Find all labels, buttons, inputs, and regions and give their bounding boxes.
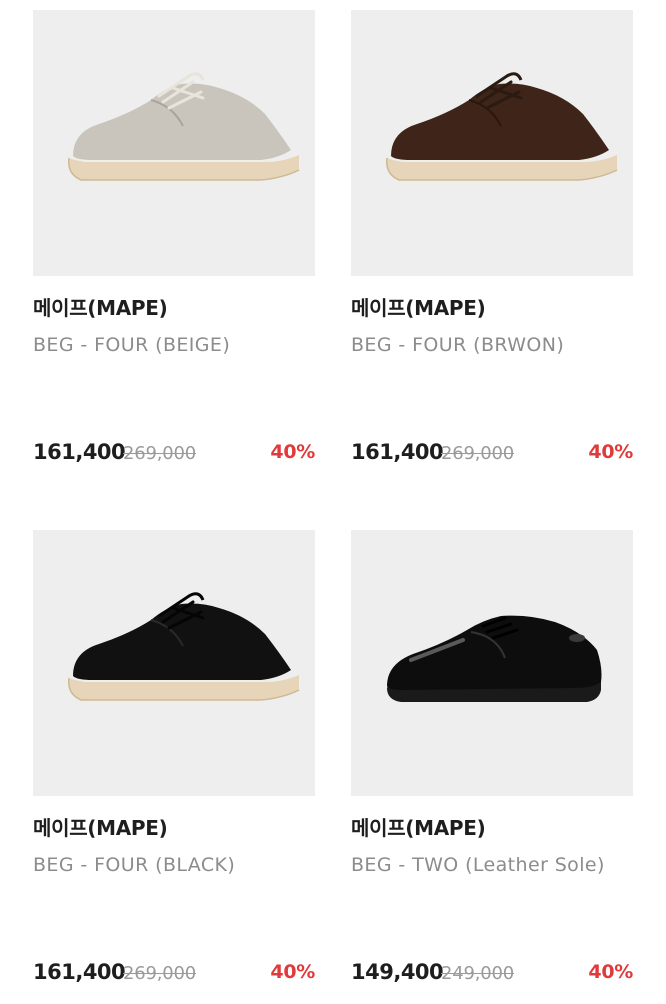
sale-price: 161,400 xyxy=(33,440,126,464)
product-card[interactable]: 메이프(MAPE) BEG - FOUR (BLACK) 161,400 269… xyxy=(33,530,315,984)
product-brand[interactable]: 메이프(MAPE) xyxy=(351,292,486,321)
price-row: 149,400 249,000 40% xyxy=(351,960,633,990)
product-image[interactable] xyxy=(351,530,633,796)
beige-suede-derby-shoe-icon xyxy=(68,72,300,181)
product-card[interactable]: 메이프(MAPE) BEG - FOUR (BRWON) 161,400 269… xyxy=(351,10,633,464)
sale-price: 161,400 xyxy=(351,440,444,464)
original-price: 269,000 xyxy=(123,963,197,984)
price-row: 161,400 269,000 40% xyxy=(33,440,315,470)
product-name[interactable]: BEG - FOUR (BLACK) xyxy=(33,852,293,878)
product-brand[interactable]: 메이프(MAPE) xyxy=(351,812,486,841)
product-brand[interactable]: 메이프(MAPE) xyxy=(33,812,168,841)
price-row: 161,400 269,000 40% xyxy=(33,960,315,990)
brown-suede-derby-shoe-icon xyxy=(386,72,618,181)
discount-rate: 40% xyxy=(270,441,315,463)
discount-rate: 40% xyxy=(270,961,315,983)
discount-rate: 40% xyxy=(588,961,633,983)
original-price: 269,000 xyxy=(123,443,197,464)
product-card[interactable]: 메이프(MAPE) BEG - TWO (Leather Sole) 149,4… xyxy=(351,530,633,984)
original-price: 249,000 xyxy=(441,963,515,984)
product-name[interactable]: BEG - FOUR (BRWON) xyxy=(351,332,611,358)
product-card[interactable]: 메이프(MAPE) BEG - FOUR (BEIGE) 161,400 269… xyxy=(33,10,315,464)
product-name[interactable]: BEG - FOUR (BEIGE) xyxy=(33,332,293,358)
discount-rate: 40% xyxy=(588,441,633,463)
black-suede-derby-shoe-icon xyxy=(68,592,300,701)
sale-price: 149,400 xyxy=(351,960,444,984)
product-image[interactable] xyxy=(33,530,315,796)
sale-price: 161,400 xyxy=(33,960,126,984)
product-image[interactable] xyxy=(351,10,633,276)
black-leather-derby-shoe-icon xyxy=(387,615,602,702)
original-price: 269,000 xyxy=(441,443,515,464)
product-brand[interactable]: 메이프(MAPE) xyxy=(33,292,168,321)
product-name[interactable]: BEG - TWO (Leather Sole) xyxy=(351,852,611,878)
price-row: 161,400 269,000 40% xyxy=(351,440,633,470)
product-image[interactable] xyxy=(33,10,315,276)
